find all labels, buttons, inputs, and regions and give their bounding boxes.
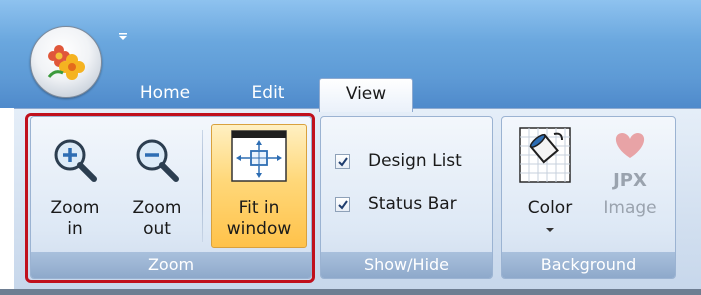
- design-list-label[interactable]: Design List: [368, 151, 462, 171]
- zoom-group-label: Zoom: [31, 252, 311, 278]
- status-bar-checkbox[interactable]: [335, 197, 350, 212]
- zoom-in-label-line2: in: [67, 219, 83, 239]
- zoom-in-label-line1: Zoom: [50, 198, 100, 218]
- paint-bucket-icon: [519, 127, 571, 183]
- checkmark-icon: [338, 157, 348, 167]
- flower-logo-icon: [47, 45, 85, 80]
- title-bar: [0, 0, 701, 76]
- zoom-separator: [202, 130, 203, 242]
- zoom-in-button[interactable]: Zoom in: [38, 124, 112, 248]
- fit-in-window-icon: [231, 130, 287, 182]
- zoom-in-icon: [54, 139, 97, 182]
- color-button[interactable]: Color: [510, 122, 590, 248]
- zoom-out-label-line1: Zoom: [132, 198, 182, 218]
- image-label: Image: [603, 198, 657, 218]
- zoom-out-icon: [136, 139, 179, 182]
- status-bar-label[interactable]: Status Bar: [368, 194, 457, 214]
- fit-in-window-button[interactable]: Fit in window: [211, 124, 307, 248]
- checkmark-icon: [338, 200, 348, 210]
- background-group-label: Background: [502, 252, 675, 278]
- fit-in-window-label-line2: window: [226, 219, 292, 239]
- design-list-checkbox[interactable]: [335, 154, 350, 169]
- fit-in-window-label-line1: Fit in: [238, 198, 280, 218]
- window-bottom-edge: [0, 289, 701, 295]
- zoom-out-label-line2: out: [143, 219, 171, 239]
- tab-home[interactable]: Home: [124, 78, 206, 108]
- application-button[interactable]: [30, 26, 102, 98]
- zoom-out-button[interactable]: Zoom out: [120, 124, 194, 248]
- tab-view[interactable]: View: [319, 78, 413, 112]
- tab-edit[interactable]: Edit: [229, 78, 307, 108]
- image-button[interactable]: JPX Image: [592, 122, 668, 248]
- color-dropdown-arrow-icon[interactable]: [546, 228, 554, 232]
- jpx-badge: JPX: [613, 170, 647, 191]
- show-hide-group-label: Show/Hide: [321, 252, 492, 278]
- color-label: Color: [527, 198, 573, 218]
- quick-access-dropdown-icon[interactable]: [118, 32, 128, 42]
